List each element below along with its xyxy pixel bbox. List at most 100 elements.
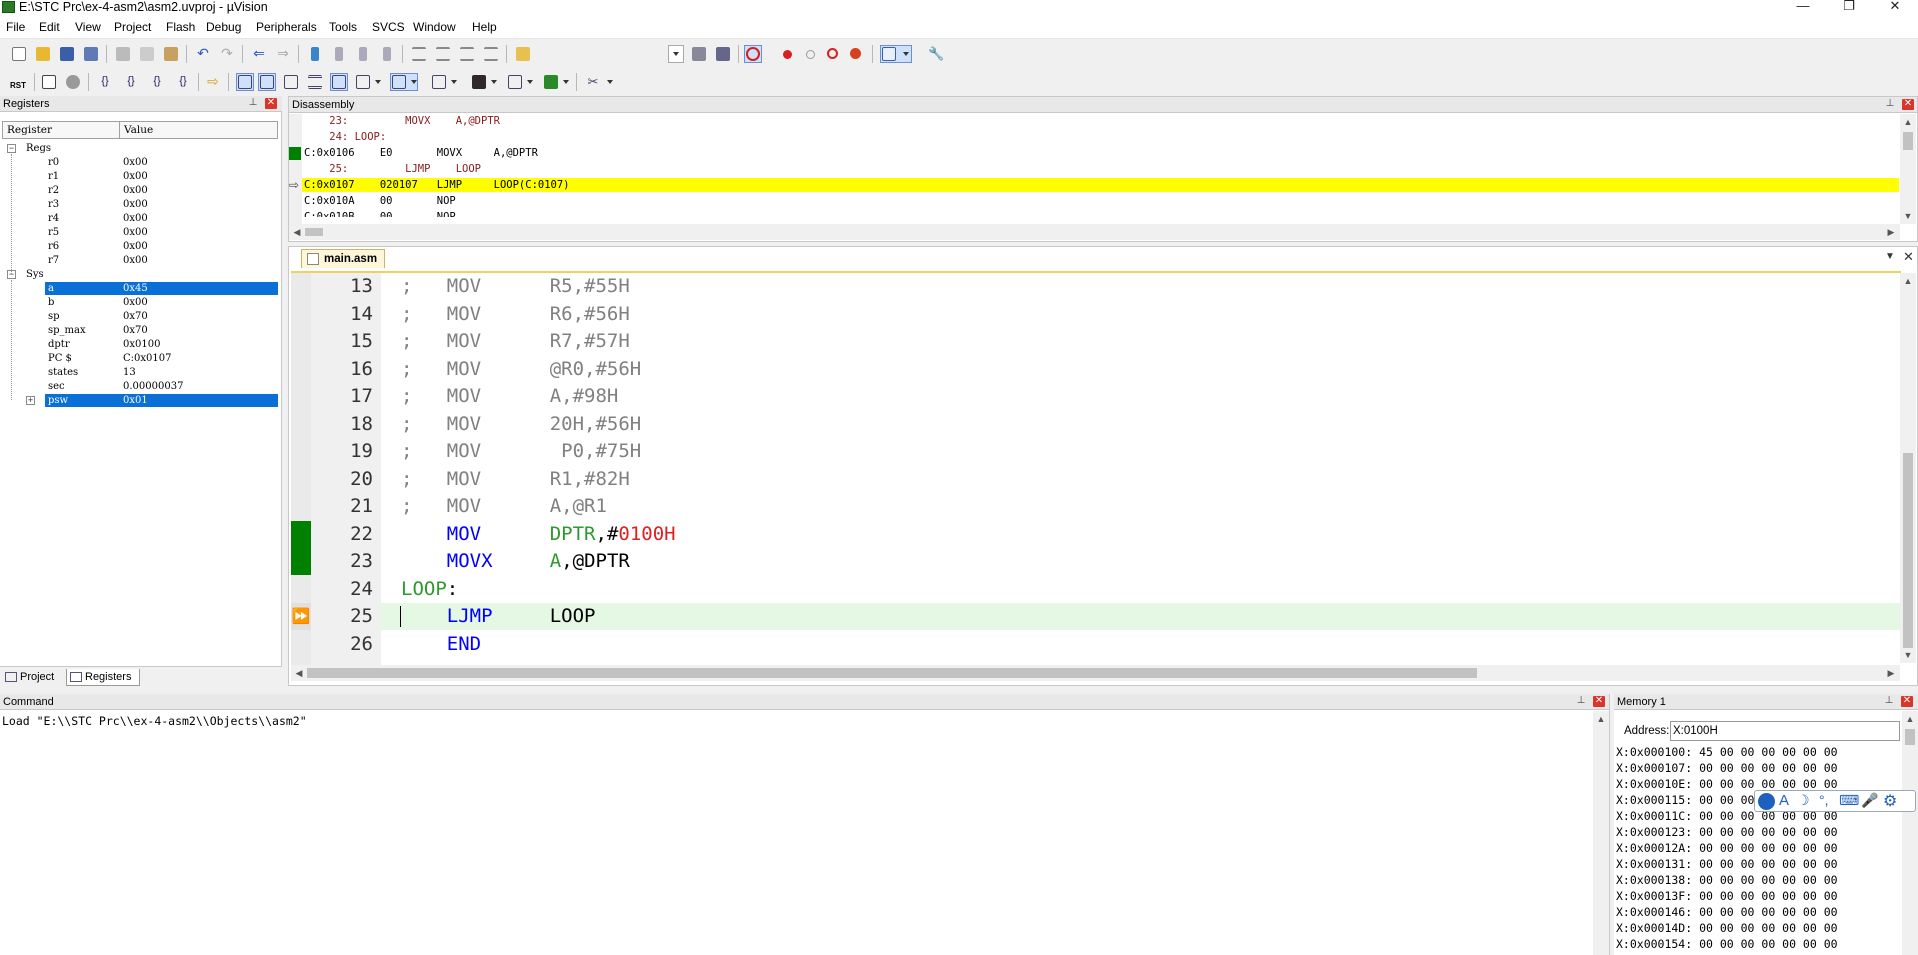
- code-line[interactable]: 23 MOVX A,@DPTR: [291, 548, 1901, 575]
- register-row-dptr[interactable]: dptr 0x0100: [0, 338, 282, 352]
- code-line[interactable]: 15 ; MOV R7,#57H: [291, 328, 1901, 355]
- insert-breakpoint-icon[interactable]: [778, 45, 796, 63]
- register-row-r1[interactable]: r1 0x00: [0, 170, 282, 184]
- disassembly-line[interactable]: 23: MOVX A,@DPTR: [304, 115, 1904, 128]
- editor-hscroll[interactable]: ◀ ▶: [291, 665, 1900, 681]
- menu-view[interactable]: View: [75, 20, 101, 34]
- menu-file[interactable]: File: [6, 20, 25, 34]
- tab-project[interactable]: Project: [2, 669, 62, 686]
- tab-main-asm[interactable]: main.asm: [301, 249, 385, 268]
- symbols-window-button[interactable]: [282, 73, 300, 91]
- close-command-button[interactable]: ✕: [1593, 696, 1605, 707]
- pin-icon[interactable]: ⊥: [1885, 99, 1895, 110]
- gutter[interactable]: [291, 273, 311, 300]
- step-over-button[interactable]: {}: [122, 73, 140, 91]
- find-combo-dropdown[interactable]: [668, 45, 684, 63]
- close-memory-button[interactable]: ✕: [1901, 696, 1913, 707]
- code-line[interactable]: 20 ; MOV R1,#82H: [291, 465, 1901, 493]
- save-button[interactable]: [58, 45, 76, 63]
- trace-windows-button[interactable]: [506, 73, 534, 91]
- executed-marker[interactable]: [291, 520, 311, 548]
- scroll-left-icon[interactable]: ◀: [289, 224, 305, 240]
- register-row-r6[interactable]: r6 0x00: [0, 240, 282, 254]
- memory-address-input[interactable]: [1670, 721, 1900, 741]
- scroll-down-icon[interactable]: ▼: [1900, 208, 1916, 224]
- memory-vscroll[interactable]: ▲: [1902, 711, 1918, 955]
- kill-all-breakpoints-icon[interactable]: [847, 45, 865, 63]
- scroll-left-icon[interactable]: ◀: [291, 665, 307, 681]
- disassembly-hscroll[interactable]: ◀ ▶: [289, 224, 1900, 240]
- scroll-up-icon[interactable]: ▲: [1902, 711, 1918, 727]
- code-line[interactable]: 22 MOV DPTR,#0100H: [291, 520, 1901, 548]
- ime-punctuation-icon[interactable]: ☽: [1797, 792, 1810, 809]
- serial-windows-button[interactable]: [430, 73, 458, 91]
- code-editor[interactable]: 13 ; MOV R5,#55H 14 ; MOV R6,#56H 15 ; MOV R7…: [291, 271, 1901, 665]
- ime-english-icon[interactable]: A: [1779, 792, 1789, 809]
- run-to-cursor-button[interactable]: {}: [174, 73, 192, 91]
- stop-button[interactable]: [64, 73, 82, 91]
- gutter[interactable]: [291, 328, 311, 355]
- save-all-button[interactable]: [82, 45, 100, 63]
- menu-debug[interactable]: Debug: [206, 20, 241, 34]
- close-disassembly-button[interactable]: ✕: [1902, 99, 1914, 110]
- tab-registers[interactable]: Registers: [66, 669, 140, 686]
- close-window-button[interactable]: ✕: [1872, 0, 1918, 16]
- disassembly-line[interactable]: C:0x010A 00 NOP: [304, 195, 1904, 208]
- register-row-r4[interactable]: r4 0x00: [0, 212, 282, 226]
- editor-vscroll[interactable]: ▲ ▼: [1900, 273, 1916, 663]
- bookmark-next-button[interactable]: [354, 45, 372, 63]
- memory-row[interactable]: X:0x000146: 00 00 00 00 00 00 00: [1616, 904, 1838, 920]
- menu-svcs[interactable]: SVCS: [372, 20, 405, 34]
- run-button[interactable]: [40, 73, 58, 91]
- menu-edit[interactable]: Edit: [39, 20, 60, 34]
- memory-row[interactable]: X:0x00012A: 00 00 00 00 00 00 00: [1616, 840, 1838, 856]
- pin-icon[interactable]: ⊥: [1884, 696, 1894, 707]
- redo-button[interactable]: ↷: [218, 45, 236, 63]
- memory-row[interactable]: X:0x000107: 00 00 00 00 00 00 00: [1616, 760, 1838, 776]
- scroll-up-icon[interactable]: ▲: [1593, 711, 1609, 727]
- reset-button[interactable]: RST: [6, 71, 30, 93]
- code-line[interactable]: 16 ; MOV @R0,#56H: [291, 355, 1901, 383]
- memory-row[interactable]: X:0x000138: 00 00 00 00 00 00 00: [1616, 872, 1838, 888]
- watch-windows-button[interactable]: [354, 73, 382, 91]
- disassembly-line[interactable]: 25: LJMP LOOP: [304, 163, 1904, 176]
- maximize-button[interactable]: ❐: [1826, 0, 1872, 16]
- command-vscroll[interactable]: ▲: [1593, 711, 1609, 955]
- memory-row[interactable]: X:0x000100: 45 00 00 00 00 00 00: [1616, 744, 1838, 760]
- register-row-r7[interactable]: r7 0x00: [0, 254, 282, 268]
- tree-group-regs[interactable]: Regs: [0, 142, 282, 156]
- menu-project[interactable]: Project: [114, 20, 151, 34]
- code-line[interactable]: 26 END: [291, 630, 1901, 658]
- value-column-header[interactable]: Value: [124, 122, 153, 138]
- register-row-r0[interactable]: r0 0x00: [0, 156, 282, 170]
- register-row-b[interactable]: b 0x00: [0, 296, 282, 310]
- configure-tools-button[interactable]: 🔧: [926, 45, 944, 63]
- step-into-button[interactable]: {}: [96, 73, 114, 91]
- navigate-forward-button[interactable]: ⇒: [274, 45, 292, 63]
- gutter[interactable]: [291, 465, 311, 493]
- new-file-button[interactable]: [10, 45, 28, 63]
- ime-keyboard-icon[interactable]: ⌨: [1839, 792, 1859, 809]
- indent-button[interactable]: [410, 45, 428, 63]
- ime-settings-icon[interactable]: ⚙: [1883, 791, 1897, 811]
- scroll-right-icon[interactable]: ▶: [1883, 665, 1899, 681]
- memory-row[interactable]: X:0x000154: 00 00 00 00 00 00 00: [1616, 936, 1838, 952]
- gutter[interactable]: [291, 438, 311, 465]
- bookmark-toggle-button[interactable]: [306, 45, 324, 63]
- scroll-down-icon[interactable]: ▼: [1900, 647, 1916, 663]
- registers-window-button[interactable]: [306, 73, 324, 91]
- memory-row[interactable]: X:0x00014D: 00 00 00 00 00 00 00: [1616, 920, 1838, 936]
- register-row-r3[interactable]: r3 0x00: [0, 198, 282, 212]
- menu-flash[interactable]: Flash: [166, 20, 195, 34]
- ime-microphone-icon[interactable]: 🎤: [1861, 792, 1878, 809]
- call-stack-window-button[interactable]: [330, 73, 348, 91]
- incremental-find-button[interactable]: [714, 45, 732, 63]
- ime-comma-icon[interactable]: °,: [1819, 792, 1829, 808]
- gutter[interactable]: [291, 300, 311, 328]
- register-row-sp_max[interactable]: sp_max 0x70: [0, 324, 282, 338]
- system-viewer-button[interactable]: [542, 73, 570, 91]
- command-window-button[interactable]: [236, 73, 254, 91]
- memory-windows-button[interactable]: [390, 73, 418, 91]
- menu-help[interactable]: Help: [472, 20, 497, 34]
- scroll-right-icon[interactable]: ▶: [1883, 224, 1899, 240]
